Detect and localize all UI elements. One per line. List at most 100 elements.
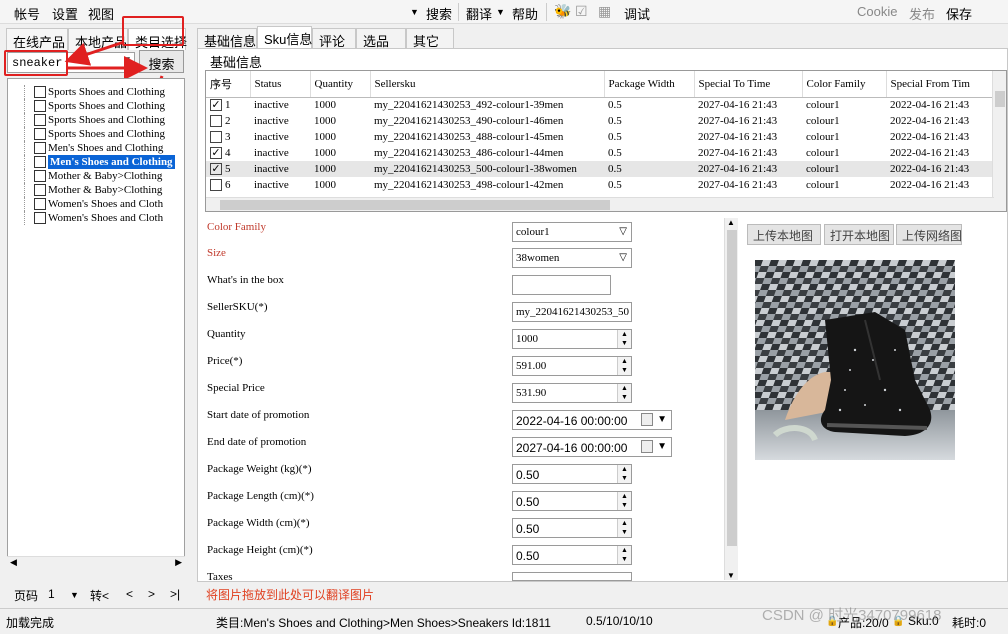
color-family-select[interactable]: colour1 ▽ <box>512 222 632 242</box>
table-cell[interactable]: 2022-04-16 21:43 <box>886 129 996 145</box>
package-height-stepper[interactable]: 0.50 ▲ ▼ <box>512 545 632 565</box>
table-cell[interactable]: my_22041621430253_486-colour1-44men <box>370 145 604 161</box>
table-cell[interactable]: my_22041621430253_488-colour1-45men <box>370 129 604 145</box>
row-checkbox[interactable]: ✓ <box>210 163 222 176</box>
col-header[interactable]: Special To Time <box>694 71 803 98</box>
spinner-icon[interactable]: ▲ ▼ <box>617 519 631 537</box>
tree-item[interactable]: Men's Shoes and Clothing <box>8 141 184 155</box>
upload-web-image-button[interactable]: 上传网络图 <box>896 224 962 245</box>
tab-reviews[interactable]: 评论 <box>312 28 356 49</box>
upload-local-image-button[interactable]: 上传本地图 <box>747 224 821 245</box>
spinner-icon[interactable]: ▲ ▼ <box>617 384 631 402</box>
col-header[interactable]: Package Width <box>604 71 695 98</box>
menu-cookie[interactable]: Cookie <box>857 4 897 19</box>
table-cell[interactable]: 1000 <box>310 145 370 161</box>
table-row[interactable]: ✓ 5 inactive 1000 my_22041621430253_500-colo… <box>206 161 996 177</box>
scroll-down-icon[interactable]: ▼ <box>727 571 735 580</box>
price-stepper[interactable]: 591.00 ▲ ▼ <box>512 356 632 376</box>
spinner-icon[interactable]: ▲ ▼ <box>617 330 631 348</box>
end-date-picker[interactable]: 2027-04-16 00:00:00 ▼ <box>512 437 672 457</box>
category-tree[interactable]: Sports Shoes and Clothing Sports Shoes a… <box>7 78 185 570</box>
table-cell[interactable]: 1000 <box>310 161 370 177</box>
table-cell[interactable]: my_22041621430253_490-colour1-46men <box>370 113 604 129</box>
special-price-stepper[interactable]: 531.90 ▲ ▼ <box>512 383 632 403</box>
table-cell[interactable]: colour1 <box>802 113 886 129</box>
size-select[interactable]: 38women ▽ <box>512 248 632 268</box>
table-cell[interactable]: 2022-04-16 21:43 <box>886 161 996 177</box>
quantity-stepper[interactable]: 1000 ▲ ▼ <box>512 329 632 349</box>
seller-sku-input[interactable]: my_22041621430253_50 <box>512 302 632 322</box>
table-cell[interactable]: 0.5 <box>604 161 694 177</box>
table-cell[interactable]: 2027-04-16 21:43 <box>694 113 802 129</box>
table-cell[interactable]: 2027-04-16 21:43 <box>694 161 802 177</box>
table-cell[interactable]: my_22041621430253_500-colour1-38women <box>370 161 604 177</box>
tree-checkbox[interactable] <box>34 128 46 140</box>
table-cell[interactable]: ✓ 4 <box>206 145 250 161</box>
table-cell[interactable]: inactive <box>250 177 310 193</box>
table-cell[interactable]: 2027-04-16 21:43 <box>694 177 802 193</box>
search-dropdown-icon[interactable]: ▼ <box>410 7 419 17</box>
page-dropdown-icon[interactable]: ▼ <box>70 590 79 600</box>
calendar-icon[interactable] <box>641 413 653 426</box>
row-checkbox[interactable]: ✓ <box>210 99 222 112</box>
tree-item[interactable]: Mother & Baby>Clothing <box>8 169 184 183</box>
tree-checkbox[interactable] <box>34 142 46 154</box>
table-cell[interactable]: 2022-04-16 21:43 <box>886 145 996 161</box>
spinner-icon[interactable]: ▲ ▼ <box>617 465 631 483</box>
pager-last-button[interactable]: >| <box>170 587 180 601</box>
menu-search[interactable]: 搜索 <box>426 4 452 23</box>
pager-goto-button[interactable]: 转< <box>90 587 109 604</box>
package-weight-stepper[interactable]: 0.50 ▲ ▼ <box>512 464 632 484</box>
table-row[interactable]: 2 inactive 1000 my_22041621430253_490-colou… <box>206 113 996 129</box>
scroll-right-icon[interactable]: ▶ <box>175 557 182 568</box>
tree-checkbox[interactable] <box>34 184 46 196</box>
col-header[interactable]: Sellersku <box>370 71 605 98</box>
table-cell[interactable]: my_22041621430253_498-colour1-42men <box>370 177 604 193</box>
row-checkbox[interactable] <box>210 179 222 192</box>
tree-item[interactable]: Sports Shoes and Clothing <box>8 127 184 141</box>
menu-help[interactable]: 帮助 <box>512 4 538 23</box>
row-checkbox[interactable] <box>210 115 222 128</box>
open-local-image-button[interactable]: 打开本地图 <box>824 224 894 245</box>
grid-horizontal-scrollbar[interactable] <box>206 197 994 211</box>
table-cell[interactable]: 0.5 <box>604 97 694 113</box>
table-cell[interactable]: my_22041621430253_492-colour1-39men <box>370 97 604 113</box>
table-cell[interactable]: 2022-04-16 21:43 <box>886 113 996 129</box>
tab-basic-info[interactable]: 基础信息 <box>197 28 257 49</box>
tree-checkbox[interactable] <box>34 100 46 112</box>
spinner-icon[interactable]: ▲ ▼ <box>617 357 631 375</box>
table-cell[interactable]: 6 <box>206 177 250 193</box>
scroll-up-icon[interactable]: ▲ <box>727 218 735 227</box>
tab-sku-info[interactable]: Sku信息 <box>257 26 312 48</box>
translate-dropdown-icon[interactable]: ▼ <box>496 7 505 17</box>
tree-item[interactable]: Women's Shoes and Cloth <box>8 211 184 225</box>
menu-translate[interactable]: 翻译 <box>466 4 492 23</box>
chevron-down-icon[interactable]: ▼ <box>657 414 667 425</box>
table-cell[interactable]: 2027-04-16 21:43 <box>694 145 802 161</box>
taxes-input[interactable] <box>512 572 632 581</box>
pager-next-button[interactable]: > <box>148 587 155 601</box>
tree-item[interactable]: Sports Shoes and Clothing <box>8 113 184 127</box>
tree-item-selected[interactable]: Men's Shoes and Clothing <box>8 155 184 169</box>
col-header[interactable]: 序号 <box>206 71 251 98</box>
table-cell[interactable]: 2022-04-16 21:43 <box>886 177 996 193</box>
table-cell[interactable]: ✓ 5 <box>206 161 250 177</box>
table-cell[interactable]: 2027-04-16 21:43 <box>694 97 802 113</box>
menu-debug[interactable]: 调试 <box>624 4 650 23</box>
table-cell[interactable]: inactive <box>250 145 310 161</box>
calendar-icon[interactable] <box>641 440 653 453</box>
tab-other[interactable]: 其它 <box>406 28 454 49</box>
row-checkbox[interactable]: ✓ <box>210 147 222 160</box>
whats-in-box-input[interactable] <box>512 275 611 295</box>
product-image[interactable] <box>755 260 955 460</box>
table-cell[interactable]: inactive <box>250 113 310 129</box>
tab-product-selection[interactable]: 选品 <box>356 28 406 49</box>
pager-prev-button[interactable]: < <box>126 587 133 601</box>
col-header[interactable]: Color Family <box>802 71 887 98</box>
start-date-picker[interactable]: 2022-04-16 00:00:00 ▼ <box>512 410 672 430</box>
table-cell[interactable]: inactive <box>250 129 310 145</box>
scroll-left-icon[interactable]: ◀ <box>10 557 17 568</box>
table-cell[interactable]: colour1 <box>802 145 886 161</box>
table-cell[interactable]: colour1 <box>802 97 886 113</box>
tree-checkbox[interactable] <box>34 86 46 98</box>
